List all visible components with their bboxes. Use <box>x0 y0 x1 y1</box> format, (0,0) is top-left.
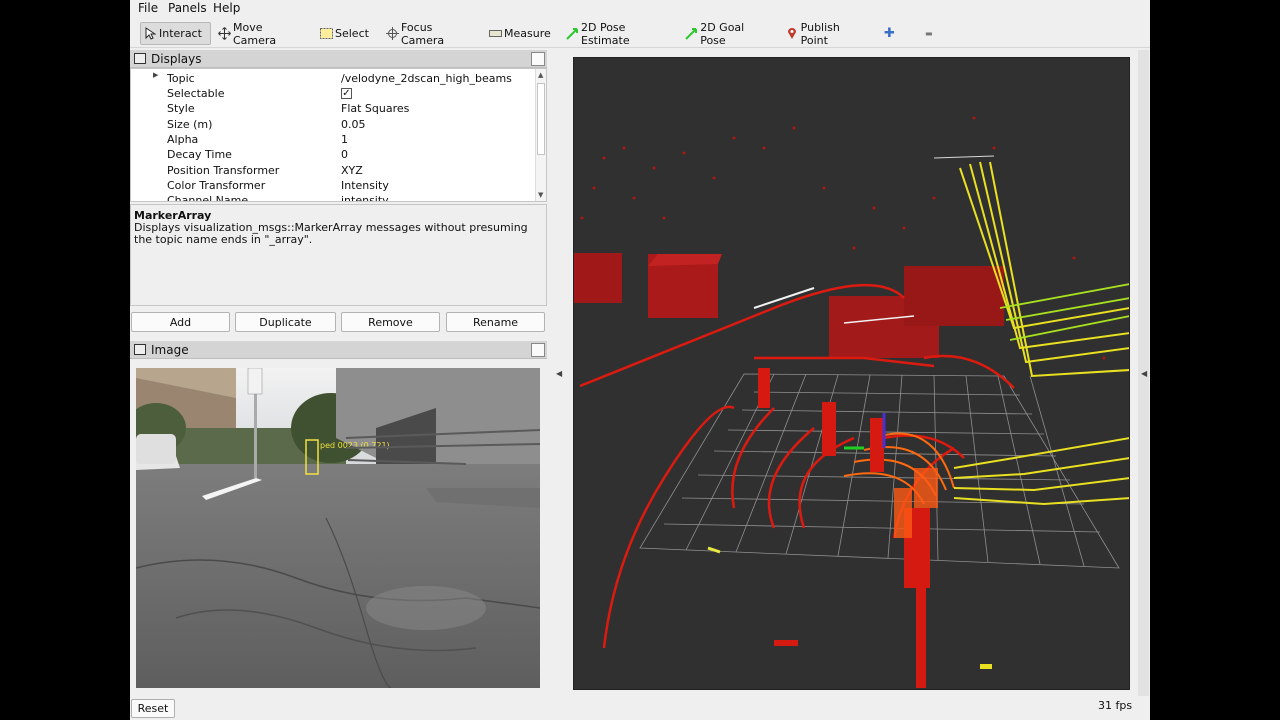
target-icon <box>386 27 399 41</box>
tool-label: Select <box>335 27 369 40</box>
scroll-thumb[interactable] <box>537 83 545 155</box>
select-icon <box>319 27 333 41</box>
tool-label: Move Camera <box>233 20 277 47</box>
image-panel-title: Image <box>151 343 189 357</box>
menu-bar: File Panels Help <box>130 0 1150 17</box>
tool-label: Focus Camera <box>401 20 445 47</box>
fps-counter: 31 fps <box>1098 699 1133 712</box>
tool-2d-pose-estimate[interactable]: 2D Pose Estimate <box>564 20 668 47</box>
property-row[interactable]: Style Flat Squares <box>131 101 535 116</box>
arrow-icon <box>685 27 698 41</box>
property-row[interactable]: Channel Name intensity <box>131 193 535 201</box>
remove-button[interactable]: Remove <box>341 312 440 332</box>
tool-label: Publish Point <box>800 20 840 47</box>
property-row[interactable]: Position Transformer XYZ <box>131 163 535 178</box>
tool-select[interactable]: Select <box>317 22 369 45</box>
tool-measure[interactable]: Measure <box>487 22 551 45</box>
display-description: MarkerArray Displays visualization_msgs:… <box>130 204 547 306</box>
displays-panel-header: Displays <box>130 50 547 68</box>
rename-button[interactable]: Rename <box>446 312 545 332</box>
selectable-checkbox[interactable]: ✓ <box>341 88 352 99</box>
image-panel-header: Image <box>130 341 547 359</box>
property-row[interactable]: Alpha 1 <box>131 132 535 147</box>
menu-panels[interactable]: Panels <box>168 1 207 15</box>
render-viewport[interactable] <box>573 57 1130 690</box>
properties-scrollbar[interactable]: ▲ ▼ <box>535 69 546 201</box>
tool-2d-goal-pose[interactable]: 2D Goal Pose <box>683 20 769 47</box>
tool-focus-camera[interactable]: Focus Camera <box>384 20 472 47</box>
add-button[interactable]: Add <box>131 312 230 332</box>
right-dock-splitter[interactable]: ◀ <box>1138 50 1149 696</box>
monitor-icon <box>134 53 146 64</box>
panel-close-box[interactable] <box>531 52 545 66</box>
reset-button[interactable]: Reset <box>131 699 175 718</box>
property-row[interactable]: Decay Time 0 <box>131 147 535 162</box>
minus-icon: ▬ <box>925 29 933 38</box>
tool-label: 2D Pose Estimate <box>581 20 630 47</box>
move-icon <box>218 27 231 41</box>
property-row[interactable]: Color Transformer Intensity <box>131 178 535 193</box>
property-row[interactable]: Size (m) 0.05 <box>131 117 535 132</box>
menu-help[interactable]: Help <box>213 1 240 15</box>
image-icon <box>134 344 146 355</box>
panel-close-box[interactable] <box>531 343 545 357</box>
ruler-icon <box>489 27 502 41</box>
marker-icon <box>786 27 799 41</box>
pointer-icon <box>143 27 157 41</box>
remove-tool-button[interactable]: ▬ <box>923 22 943 45</box>
description-text: Displays visualization_msgs::MarkerArray… <box>134 221 528 246</box>
rviz-window: File Panels Help Interact Move Camera Se… <box>130 0 1150 720</box>
scroll-up-icon[interactable]: ▲ <box>538 71 543 79</box>
property-row[interactable]: Selectable ✓ <box>131 86 535 101</box>
collapse-right-arrow-icon[interactable]: ◀ <box>1141 369 1147 378</box>
tool-publish-point[interactable]: Publish Point <box>784 20 864 47</box>
tool-move-camera[interactable]: Move Camera <box>216 20 301 47</box>
collapse-left-arrow-icon[interactable]: ◀ <box>556 369 562 378</box>
displays-property-tree: ▶ Topic /velodyne_2dscan_high_beams Sele… <box>130 68 547 202</box>
arrow-icon <box>566 27 579 41</box>
camera-image: ped 0023 (0.721) <box>136 368 540 688</box>
duplicate-button[interactable]: Duplicate <box>235 312 336 332</box>
add-tool-button[interactable]: ✚ <box>882 22 898 45</box>
scroll-down-icon[interactable]: ▼ <box>538 191 543 199</box>
tool-interact[interactable]: Interact <box>140 22 211 45</box>
menu-file[interactable]: File <box>138 1 158 15</box>
point-cloud-scene <box>574 116 1129 688</box>
tool-bar: Interact Move Camera Select Focus Camera… <box>130 18 1150 48</box>
tool-label: Interact <box>159 27 202 40</box>
displays-panel-title: Displays <box>151 52 202 66</box>
camera-image-drawing: ped 0023 (0.721) <box>136 368 540 688</box>
property-row[interactable]: Topic /velodyne_2dscan_high_beams <box>131 71 535 86</box>
tool-label: 2D Goal Pose <box>700 20 745 47</box>
tool-label: Measure <box>504 27 551 40</box>
